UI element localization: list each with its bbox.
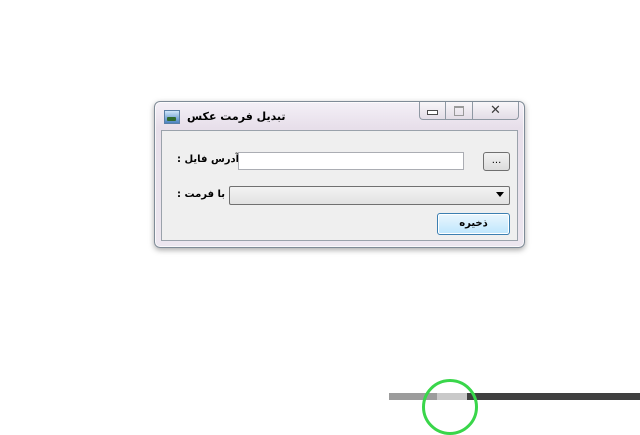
maximize-icon (454, 105, 464, 116)
minimize-icon (427, 110, 438, 115)
convert-image-format-dialog: تبدیل فرمت عکس ✕ : آدرس فایل ... : با فر… (154, 101, 525, 248)
browse-button[interactable]: ... (483, 152, 510, 171)
window-title: تبدیل فرمت عکس (187, 110, 286, 123)
file-address-label: : آدرس فایل (177, 154, 240, 165)
file-address-input[interactable] (238, 152, 464, 170)
format-label: : با فرمت (177, 189, 226, 200)
maximize-button[interactable] (446, 102, 473, 120)
save-button[interactable]: ذخیره (437, 213, 510, 235)
client-area: : آدرس فایل ... : با فرمت ذخیره (161, 130, 518, 241)
picture-icon (164, 110, 180, 124)
close-icon: ✕ (490, 103, 501, 118)
minimize-button[interactable] (419, 102, 446, 120)
click-highlight-ring (422, 379, 478, 435)
format-select[interactable] (229, 186, 510, 205)
close-button[interactable]: ✕ (473, 102, 519, 120)
chevron-down-icon (496, 192, 504, 197)
caption-buttons: ✕ (419, 102, 519, 120)
